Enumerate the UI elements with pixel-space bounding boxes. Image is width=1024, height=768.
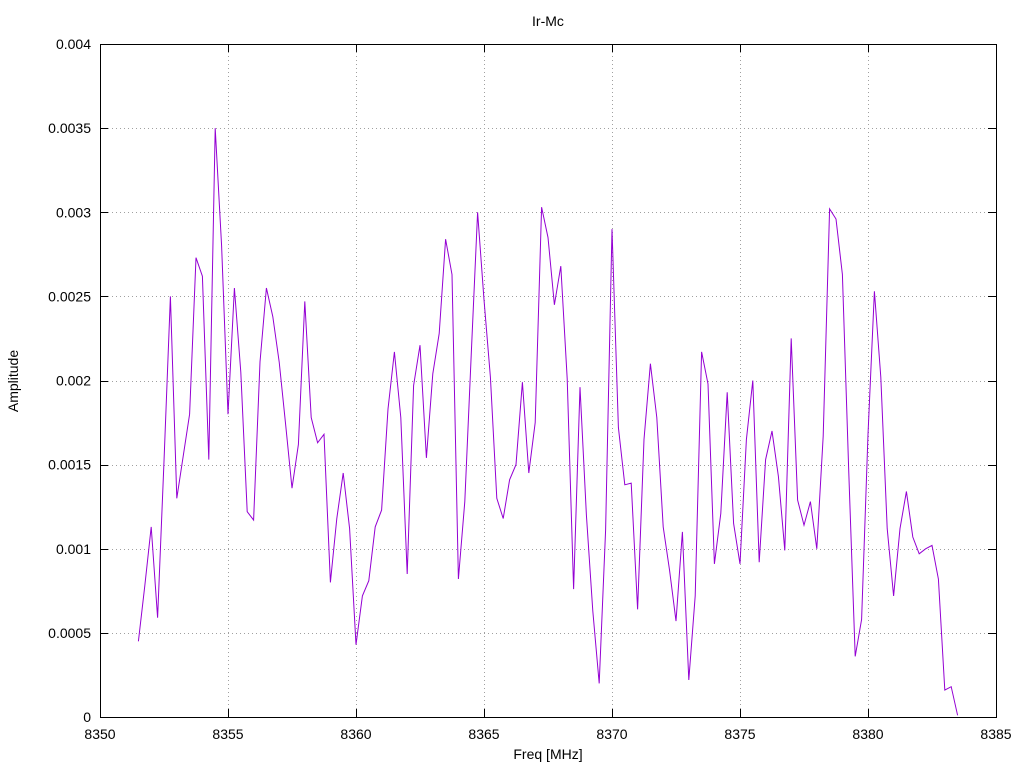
x-tick-label: 8380 bbox=[852, 726, 883, 742]
x-tick-label: 8355 bbox=[212, 726, 243, 742]
y-tick-label: 0.0005 bbox=[48, 625, 91, 641]
y-tick-label: 0 bbox=[83, 709, 91, 725]
chart-title: Ir-Mc bbox=[532, 13, 564, 29]
chart: 8350 8355 8360 8365 8370 8375 8380 8385 0 0.0005 0… bbox=[0, 0, 1024, 768]
x-tick-label: 8350 bbox=[84, 726, 115, 742]
x-tick-label: 8360 bbox=[340, 726, 371, 742]
x-tick-label: 8375 bbox=[724, 726, 755, 742]
y-tick-label: 0.002 bbox=[56, 373, 91, 389]
x-tick-label: 8370 bbox=[596, 726, 627, 742]
x-tick-label: 8385 bbox=[980, 726, 1011, 742]
y-tick-label: 0.003 bbox=[56, 204, 91, 220]
y-tick-label: 0.0035 bbox=[48, 120, 91, 136]
y-tick-label: 0.0025 bbox=[48, 288, 91, 304]
y-tick-label: 0.0015 bbox=[48, 457, 91, 473]
x-axis-label: Freq [MHz] bbox=[513, 746, 582, 762]
y-tick-label: 0.004 bbox=[56, 36, 91, 52]
x-tick-label: 8365 bbox=[468, 726, 499, 742]
y-tick-label: 0.001 bbox=[56, 541, 91, 557]
y-axis-label: Amplitude bbox=[5, 350, 21, 412]
